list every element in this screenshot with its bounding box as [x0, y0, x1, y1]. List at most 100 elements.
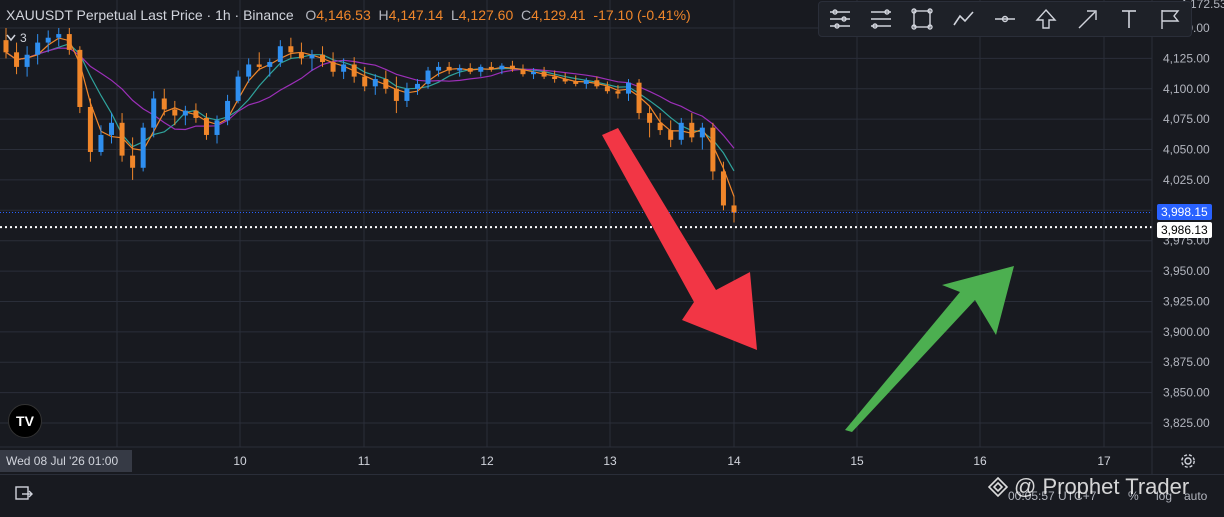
- horizontal-line-price-tag[interactable]: 3,986.13: [1157, 222, 1212, 238]
- candle-body: [541, 71, 547, 77]
- drawing-toolbar: [818, 1, 1192, 37]
- green-up-arrow[interactable]: [845, 266, 1014, 432]
- y-tick-label: 4,050.00: [1163, 143, 1210, 157]
- x-tick-label: 13: [603, 454, 617, 468]
- candle-body: [182, 110, 188, 116]
- candle-body: [35, 42, 41, 55]
- rectangle-icon[interactable]: [908, 5, 936, 33]
- horizontal-lines: [0, 212, 1152, 229]
- candle-body: [372, 79, 378, 87]
- diamond-logo-icon: [988, 477, 1008, 497]
- candle-body: [119, 122, 125, 156]
- y-tick-label: 3,850.00: [1163, 386, 1210, 400]
- close-value: 4,129.41: [531, 7, 586, 23]
- crosshair-date-badge: Wed 08 Jul '26 01:00: [0, 450, 132, 472]
- candle-body: [66, 34, 72, 50]
- y-tick-label: 4,100.00: [1163, 82, 1210, 96]
- flag-icon[interactable]: [1156, 5, 1184, 33]
- watermark: @ Prophet Trader: [988, 474, 1189, 500]
- price-chart[interactable]: 3,825.00 3,850.00 3,875.00 3,900.00 3,925.00…: [0, 0, 1224, 512]
- candle-body: [341, 64, 347, 72]
- candle-body: [267, 62, 273, 67]
- tradingview-logo[interactable]: TV: [8, 404, 42, 438]
- candle-body: [246, 64, 252, 77]
- text-icon[interactable]: [1115, 5, 1143, 33]
- candle-body: [467, 68, 473, 72]
- x-tick-label: 14: [727, 454, 741, 468]
- open-value: 4,146.53: [316, 7, 371, 23]
- x-tick-label: 16: [973, 454, 987, 468]
- candle-body: [77, 49, 83, 107]
- horizontal-lines-icon[interactable]: [826, 5, 854, 33]
- candle-body: [98, 134, 104, 152]
- date-range-icon[interactable]: [14, 485, 34, 506]
- candle-body: [214, 120, 220, 135]
- candle-body: [330, 62, 336, 72]
- candle-body: [636, 82, 642, 114]
- chart-area[interactable]: 3,825.00 3,850.00 3,875.00 3,900.00 3,925.00…: [0, 0, 1224, 512]
- candle-body: [56, 34, 62, 38]
- candle-body: [130, 155, 136, 168]
- candle-body: [351, 64, 357, 77]
- x-tick-label: 15: [850, 454, 864, 468]
- y-tick-label: 4,125.00: [1163, 51, 1210, 65]
- candle-body: [393, 88, 399, 101]
- x-tick-label: 12: [480, 454, 494, 468]
- candle-body: [161, 98, 167, 110]
- arrow-draw-icon[interactable]: [1074, 5, 1102, 33]
- candle-body: [151, 98, 157, 128]
- candle-body: [647, 113, 653, 123]
- symbol-name[interactable]: XAUUSDT Perpetual Last Price: [6, 7, 203, 23]
- x-tick-label: 11: [358, 454, 371, 468]
- indicator-count: 3: [20, 31, 27, 45]
- indicator-toggle[interactable]: 3: [6, 31, 27, 45]
- y-tick-label: 3,825.00: [1163, 416, 1210, 430]
- y-tick-label: 3,950.00: [1163, 264, 1210, 278]
- exchange: Binance: [243, 7, 294, 23]
- candle-body: [140, 127, 146, 168]
- candle-body: [446, 66, 452, 71]
- candle-body: [552, 76, 558, 80]
- x-tick-label: 10: [233, 454, 247, 468]
- candle-body: [235, 76, 241, 101]
- change-value: -17.10 (-0.41%): [593, 7, 691, 23]
- annotation-arrows: [602, 128, 1014, 432]
- candle-body: [594, 80, 600, 87]
- candle-body: [14, 52, 20, 67]
- candle-body: [678, 122, 684, 140]
- y-tick-label: 3,875.00: [1163, 355, 1210, 369]
- watermark-text: @ Prophet Trader: [1014, 474, 1190, 499]
- candle-body: [657, 122, 663, 131]
- path-icon[interactable]: [950, 5, 978, 33]
- candle-body: [193, 110, 199, 118]
- parallel-channel-icon[interactable]: [867, 5, 895, 33]
- last-price-tag: 3,998.15: [1157, 204, 1212, 220]
- y-tick-label: 3,925.00: [1163, 294, 1210, 308]
- settings-gear-icon[interactable]: [1180, 453, 1196, 474]
- candle-body: [562, 79, 568, 82]
- candle-body: [499, 65, 505, 70]
- candle-body: [615, 91, 621, 94]
- timeframe[interactable]: 1h: [215, 7, 231, 23]
- candle-body: [383, 79, 389, 89]
- candle-body: [414, 83, 420, 89]
- candle-body: [256, 64, 262, 67]
- low-label: L: [450, 7, 459, 23]
- candle-body: [689, 122, 695, 138]
- arrow-up-icon[interactable]: [1032, 5, 1060, 33]
- symbol-legend: XAUUSDT Perpetual Last Price · 1h · Bina…: [6, 7, 691, 23]
- candle-body: [24, 54, 30, 67]
- candle-body: [583, 80, 589, 84]
- candle-body: [288, 46, 294, 53]
- horizontal-ray-icon[interactable]: [991, 5, 1019, 33]
- candle-body: [488, 66, 494, 70]
- x-tick-label: 17: [1097, 454, 1111, 468]
- candle-body: [309, 54, 315, 59]
- y-tick-label: 4,025.00: [1163, 173, 1210, 187]
- candle-body: [457, 68, 463, 71]
- candle-body: [604, 86, 610, 92]
- close-label: C: [521, 7, 532, 23]
- candle-body: [404, 88, 410, 101]
- high-value: 4,147.14: [388, 7, 444, 23]
- candle-body: [45, 37, 51, 43]
